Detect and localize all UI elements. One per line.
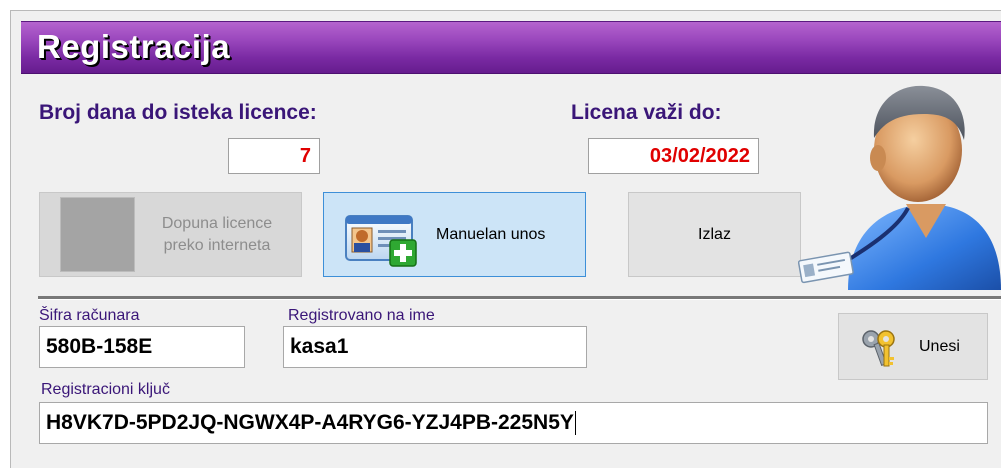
text-cursor (574, 411, 576, 435)
days-remaining-value: 7 (228, 138, 320, 174)
submit-button[interactable]: Unesi (838, 313, 988, 380)
online-renew-icon-placeholder (60, 197, 135, 272)
computer-code-label: Šifra računara (39, 307, 140, 324)
keys-icon (859, 328, 901, 373)
user-with-badge-icon (797, 78, 1001, 295)
registration-key-label: Registracioni ključ (41, 381, 170, 398)
online-renew-label: Dopuna licence preko interneta (161, 215, 273, 254)
registered-name-field[interactable]: kasa1 (283, 326, 587, 368)
online-renew-button[interactable]: Dopuna licence preko interneta (39, 192, 302, 277)
id-card-plus-icon (344, 206, 420, 273)
window-title: Registracija (37, 28, 231, 65)
section-divider (38, 296, 1001, 300)
valid-until-label: Licena važi do: (571, 101, 722, 124)
exit-label: Izlaz (698, 226, 731, 243)
days-remaining-label: Broj dana do isteka licence: (39, 101, 317, 124)
manual-entry-label: Manuelan unos (436, 226, 546, 243)
exit-button[interactable]: Izlaz (628, 192, 801, 277)
valid-until-value: 03/02/2022 (588, 138, 759, 174)
computer-code-field[interactable]: 580B-158E (39, 326, 245, 368)
registration-key-text: H8VK7D-5PD2JQ-NGWX4P-A4RYG6-YZJ4PB-225N5… (46, 411, 574, 434)
manual-entry-button[interactable]: Manuelan unos (323, 192, 586, 277)
registered-name-label: Registrovano na ime (288, 307, 435, 324)
registration-key-field[interactable]: H8VK7D-5PD2JQ-NGWX4P-A4RYG6-YZJ4PB-225N5… (39, 402, 988, 444)
submit-label: Unesi (919, 338, 960, 355)
title-bar: Registracija (21, 21, 1001, 74)
